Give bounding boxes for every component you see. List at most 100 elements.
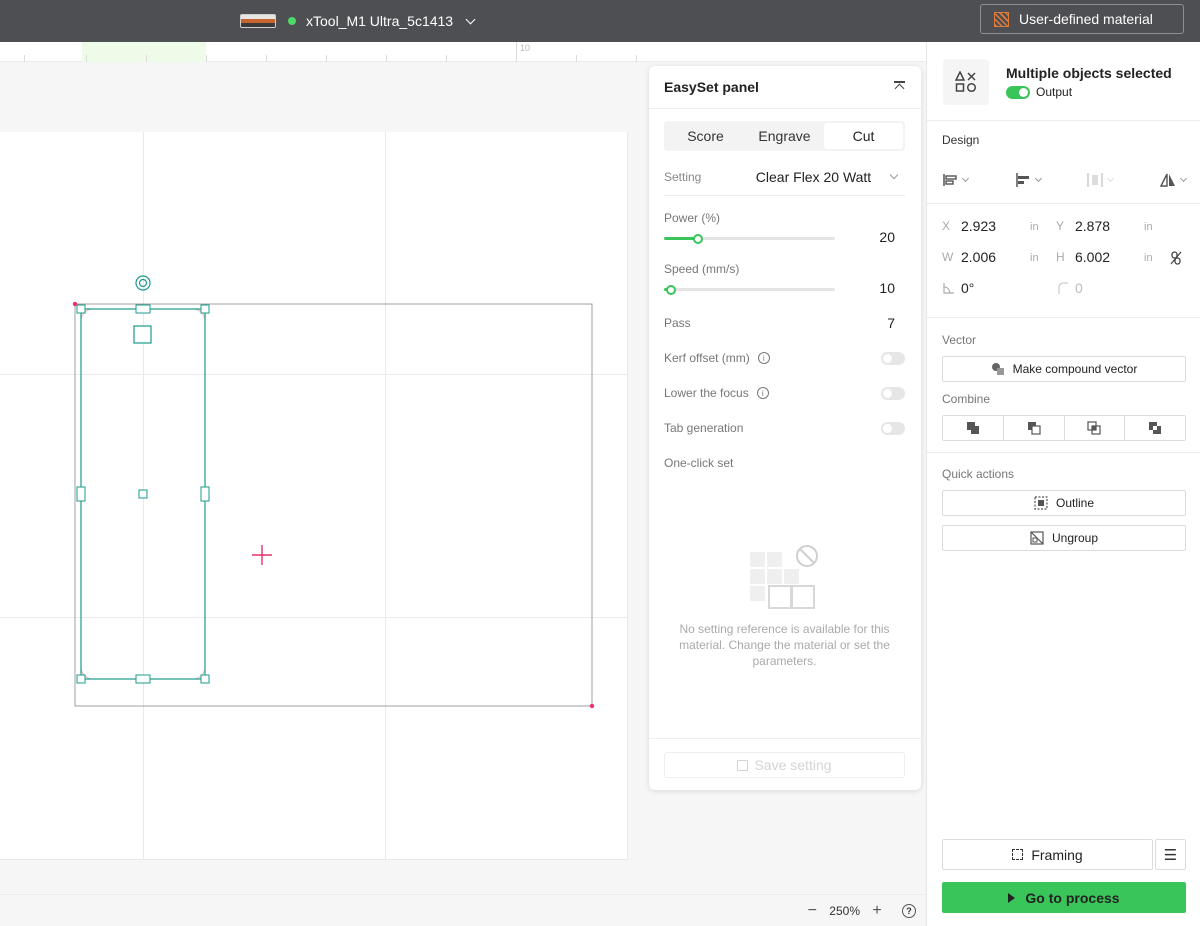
zoom-controls: − 250% + ? — [805, 895, 916, 926]
divider — [649, 738, 921, 739]
divider — [927, 203, 1200, 204]
tab-generation-row: Tab generation — [664, 418, 905, 438]
help-icon[interactable]: ? — [902, 904, 916, 918]
make-compound-vector-button[interactable]: Make compound vector — [942, 356, 1186, 382]
distribute-dropdown[interactable] — [1087, 170, 1115, 190]
framing-button[interactable]: Framing — [942, 839, 1153, 870]
subtract-button[interactable] — [1004, 416, 1065, 440]
zoom-in-icon[interactable]: + — [870, 902, 884, 920]
framing-menu-button[interactable]: ☰ — [1155, 839, 1186, 870]
combine-section-title: Combine — [942, 392, 991, 406]
w-label: W — [942, 250, 954, 264]
chevron-down-icon — [465, 14, 476, 24]
go-to-process-label: Go to process — [1025, 889, 1120, 906]
h-input[interactable]: 6.002 — [1075, 249, 1110, 265]
rotation-input[interactable]: 0° — [961, 280, 974, 296]
design-section-title: Design — [942, 133, 980, 147]
resize-handle-bottom-left[interactable] — [76, 674, 86, 684]
info-icon[interactable]: i — [756, 387, 769, 399]
ungroup-label: Ungroup — [1051, 531, 1099, 545]
flip-dropdown[interactable] — [1159, 170, 1188, 190]
material-icon — [994, 11, 1009, 27]
lock-ratio-icon[interactable] — [1170, 251, 1182, 265]
resize-handle-bottom[interactable] — [135, 674, 151, 684]
x-input[interactable]: 2.923 — [961, 218, 996, 234]
setting-select[interactable]: Setting Clear Flex 20 Watt — [664, 159, 905, 196]
corner-radius-input[interactable]: 0 — [1075, 280, 1083, 296]
exclude-icon — [1149, 422, 1162, 434]
save-setting-button[interactable]: Save setting — [664, 752, 905, 778]
kerf-offset-label: Kerf offset (mm) — [664, 351, 750, 365]
align-left-dropdown[interactable] — [1015, 170, 1042, 190]
outline-icon — [1034, 496, 1048, 510]
align-dropdown[interactable] — [942, 170, 970, 190]
info-icon[interactable]: i — [757, 352, 770, 364]
go-to-process-button[interactable]: Go to process — [942, 882, 1186, 913]
resize-handle-left[interactable] — [76, 486, 86, 502]
divider — [927, 120, 1200, 121]
top-bar: xTool_M1 Ultra_5c1413 User-defined mater… — [0, 0, 1200, 42]
tab-engrave[interactable]: Engrave — [745, 123, 824, 149]
collapse-icon[interactable] — [894, 81, 906, 93]
x-label: X — [942, 219, 951, 233]
chevron-down-icon — [1179, 174, 1188, 183]
tab-cut[interactable]: Cut — [824, 123, 903, 149]
intersect-button[interactable] — [1065, 416, 1126, 440]
resize-handle-top-right[interactable] — [200, 304, 210, 314]
properties-sidebar: Multiple objects selected Output Design — [926, 42, 1200, 926]
outer-rectangle-object[interactable] — [74, 303, 593, 707]
center-handle[interactable] — [138, 489, 148, 499]
intersect-icon — [1087, 421, 1101, 435]
divider — [927, 317, 1200, 318]
chevron-down-icon — [889, 170, 899, 180]
speed-slider-thumb[interactable] — [665, 284, 676, 295]
zoom-out-icon[interactable]: − — [805, 902, 819, 920]
selected-object-card: Multiple objects selected Output — [943, 52, 1185, 112]
distribute-icon — [1087, 173, 1104, 187]
pass-value[interactable]: 7 — [887, 315, 895, 331]
resize-handle-top-left[interactable] — [76, 304, 86, 314]
align-left-icon — [1015, 173, 1029, 187]
kerf-offset-toggle[interactable] — [881, 351, 905, 365]
outline-button[interactable]: Outline — [942, 490, 1186, 516]
y-input[interactable]: 2.878 — [1075, 218, 1110, 234]
no-settings-illustration-icon — [750, 545, 818, 609]
rotate-handle-icon[interactable] — [135, 275, 151, 291]
union-button[interactable] — [943, 416, 1004, 440]
w-input[interactable]: 2.006 — [961, 249, 996, 265]
move-handle[interactable] — [133, 325, 152, 344]
speed-slider[interactable] — [664, 284, 835, 295]
speed-value[interactable]: 10 — [879, 280, 895, 296]
exclude-button[interactable] — [1125, 416, 1185, 440]
align-icon — [943, 174, 957, 186]
output-toggle[interactable] — [1006, 85, 1030, 99]
setting-value: Clear Flex 20 Watt — [755, 169, 872, 185]
zoom-level[interactable]: 250% — [829, 904, 860, 918]
device-selector[interactable]: xTool_M1 Ultra_5c1413 — [240, 0, 476, 42]
resize-handle-right[interactable] — [200, 486, 210, 502]
chevron-down-icon — [1107, 174, 1115, 183]
easyset-header: EasySet panel — [649, 66, 921, 109]
power-slider-row: Power (%) 20 — [664, 211, 905, 245]
x-unit: in — [1030, 221, 1039, 233]
material-button[interactable]: User-defined material — [980, 4, 1184, 34]
resize-handle-top[interactable] — [135, 304, 151, 314]
setting-label: Setting — [664, 170, 702, 184]
kerf-offset-row: Kerf offset (mm) i — [664, 348, 905, 368]
rotation-icon — [943, 283, 954, 294]
compound-vector-icon — [991, 363, 1004, 375]
tab-score[interactable]: Score — [666, 123, 745, 149]
power-value[interactable]: 20 — [879, 229, 895, 245]
easyset-panel: EasySet panel Score Engrave Cut Setting … — [649, 66, 921, 790]
resize-handle-bottom-right[interactable] — [200, 674, 210, 684]
power-slider[interactable] — [664, 233, 835, 244]
tab-generation-toggle[interactable] — [881, 421, 905, 435]
ungroup-button[interactable]: Ungroup — [942, 525, 1186, 551]
framing-row: Framing ☰ — [942, 839, 1186, 870]
h-unit: in — [1144, 252, 1153, 264]
material-label: User-defined material — [1019, 11, 1153, 27]
y-label: Y — [1056, 219, 1065, 233]
power-slider-thumb[interactable] — [693, 233, 704, 244]
lower-focus-toggle[interactable] — [881, 386, 905, 400]
framing-label: Framing — [1031, 846, 1083, 863]
